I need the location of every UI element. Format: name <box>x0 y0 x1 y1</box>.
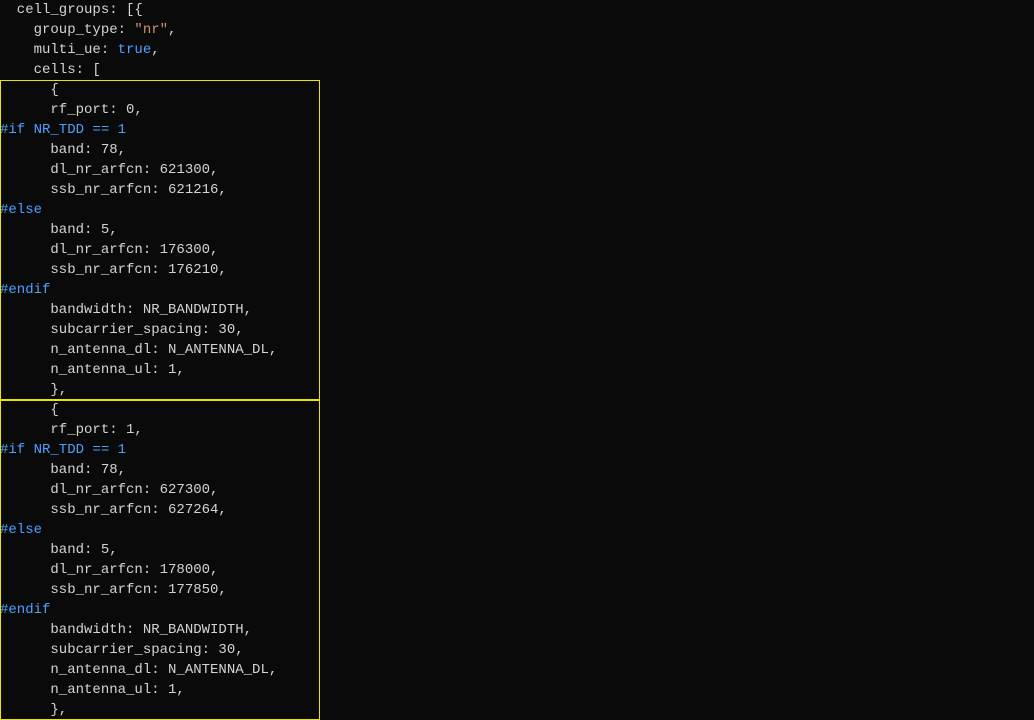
code-line: #else <box>0 520 1034 540</box>
code-token: #endif <box>0 602 50 618</box>
code-line: rf_port: 0, <box>0 100 1034 120</box>
code-token: ssb_nr_arfcn: 627264, <box>0 502 227 518</box>
code-token: n_antenna_ul: 1, <box>0 362 185 378</box>
code-token: }, <box>0 702 67 718</box>
code-line: #if NR_TDD == 1 <box>0 120 1034 140</box>
code-line: }, <box>0 380 1034 400</box>
code-line: dl_nr_arfcn: 621300, <box>0 160 1034 180</box>
code-token: #endif <box>0 282 50 298</box>
code-token: bandwidth: NR_BANDWIDTH, <box>0 622 252 638</box>
code-token: ssb_nr_arfcn: 621216, <box>0 182 227 198</box>
code-line: { <box>0 80 1034 100</box>
code-line: ssb_nr_arfcn: 627264, <box>0 500 1034 520</box>
code-line: #if NR_TDD == 1 <box>0 440 1034 460</box>
code-token: cells: [ <box>0 62 101 78</box>
code-line: n_antenna_dl: N_ANTENNA_DL, <box>0 340 1034 360</box>
code-line: }, <box>0 700 1034 720</box>
code-token: band: 78, <box>0 142 126 158</box>
code-token: band: 5, <box>0 222 118 238</box>
code-line: dl_nr_arfcn: 178000, <box>0 560 1034 580</box>
code-container: cell_groups: [{ group_type: "nr", multi_… <box>0 0 1034 720</box>
code-token: subcarrier_spacing: 30, <box>0 642 244 658</box>
code-token: #if NR_TDD == 1 <box>0 122 126 138</box>
code-token: dl_nr_arfcn: 627300, <box>0 482 218 498</box>
code-token: band: 5, <box>0 542 118 558</box>
code-token: true <box>118 42 152 58</box>
code-token: n_antenna_dl: N_ANTENNA_DL, <box>0 342 277 358</box>
code-line: cells: [ <box>0 60 1034 80</box>
code-line: rf_port: 1, <box>0 420 1034 440</box>
code-line: cell_groups: [{ <box>0 0 1034 20</box>
code-line: ssb_nr_arfcn: 621216, <box>0 180 1034 200</box>
code-line: band: 78, <box>0 460 1034 480</box>
code-token: , <box>151 42 159 58</box>
code-line: bandwidth: NR_BANDWIDTH, <box>0 620 1034 640</box>
code-token: dl_nr_arfcn: 178000, <box>0 562 218 578</box>
code-token: ssb_nr_arfcn: 177850, <box>0 582 227 598</box>
code-line: ssb_nr_arfcn: 176210, <box>0 260 1034 280</box>
code-line: #endif <box>0 280 1034 300</box>
code-token: bandwidth: NR_BANDWIDTH, <box>0 302 252 318</box>
code-line: dl_nr_arfcn: 627300, <box>0 480 1034 500</box>
code-line: #endif <box>0 600 1034 620</box>
code-line: ssb_nr_arfcn: 177850, <box>0 580 1034 600</box>
code-token: , <box>168 22 176 38</box>
code-line: group_type: "nr", <box>0 20 1034 40</box>
code-token: band: 78, <box>0 462 126 478</box>
code-line: n_antenna_ul: 1, <box>0 360 1034 380</box>
code-line: n_antenna_dl: N_ANTENNA_DL, <box>0 660 1034 680</box>
code-token: #if NR_TDD == 1 <box>0 442 126 458</box>
code-token: ssb_nr_arfcn: 176210, <box>0 262 227 278</box>
code-token: { <box>0 402 59 418</box>
code-token: rf_port: 1, <box>0 422 143 438</box>
code-token: cell_groups: [{ <box>0 2 143 18</box>
code-line: multi_ue: true, <box>0 40 1034 60</box>
code-token: dl_nr_arfcn: 176300, <box>0 242 218 258</box>
code-line: band: 78, <box>0 140 1034 160</box>
code-line: { <box>0 400 1034 420</box>
code-token: rf_port: 0, <box>0 102 143 118</box>
code-token: { <box>0 82 59 98</box>
code-token: #else <box>0 202 42 218</box>
code-line: subcarrier_spacing: 30, <box>0 640 1034 660</box>
code-token: multi_ue: <box>0 42 118 58</box>
code-token: }, <box>0 382 67 398</box>
code-token: #else <box>0 522 42 538</box>
code-token: subcarrier_spacing: 30, <box>0 322 244 338</box>
code-token: n_antenna_dl: N_ANTENNA_DL, <box>0 662 277 678</box>
code-token: n_antenna_ul: 1, <box>0 682 185 698</box>
code-token: group_type: <box>0 22 134 38</box>
code-line: bandwidth: NR_BANDWIDTH, <box>0 300 1034 320</box>
code-line: subcarrier_spacing: 30, <box>0 320 1034 340</box>
code-line: n_antenna_ul: 1, <box>0 680 1034 700</box>
code-token: dl_nr_arfcn: 621300, <box>0 162 218 178</box>
code-line: band: 5, <box>0 220 1034 240</box>
code-line: band: 5, <box>0 540 1034 560</box>
code-line: dl_nr_arfcn: 176300, <box>0 240 1034 260</box>
code-line: #else <box>0 200 1034 220</box>
code-token: "nr" <box>134 22 168 38</box>
